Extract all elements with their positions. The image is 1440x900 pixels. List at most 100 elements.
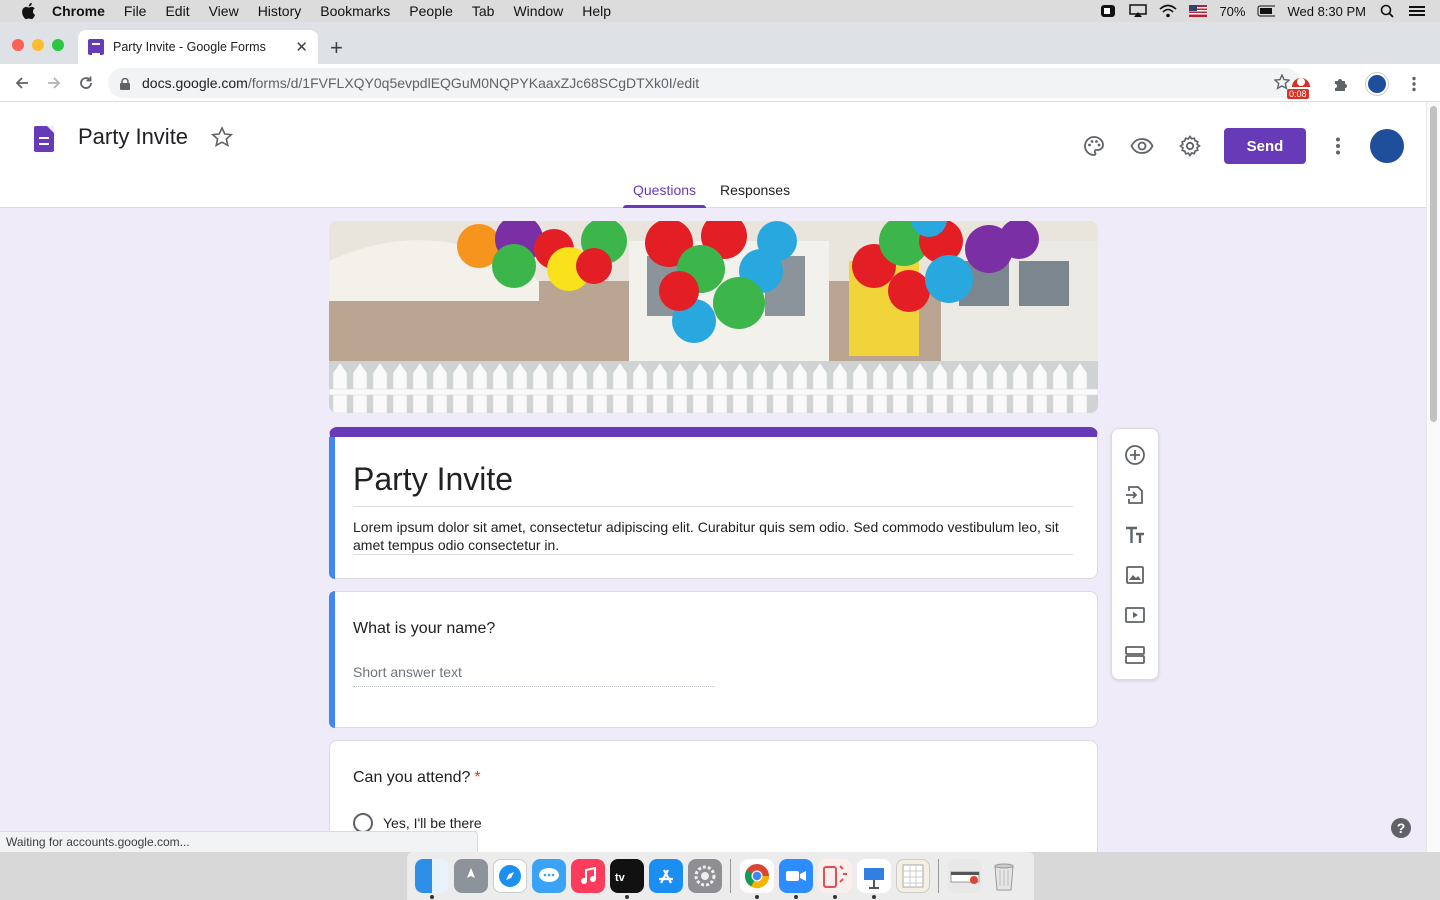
- battery-icon[interactable]: [1257, 4, 1276, 18]
- required-asterisk: *: [474, 769, 481, 786]
- system-preferences-app-icon[interactable]: [687, 859, 722, 893]
- url-path: /forms/d/1FVFLXQY0q5evpdlEQGuM0NQPYKaaxZ…: [247, 75, 700, 91]
- forms-tabs: Questions Responses: [623, 182, 800, 208]
- window-controls: [12, 39, 64, 51]
- page-scrollbar[interactable]: [1426, 102, 1440, 852]
- menu-help[interactable]: Help: [582, 3, 611, 19]
- browser-tab-strip: Party Invite - Google Forms ✕ +: [0, 22, 1440, 64]
- add-question-icon[interactable]: [1115, 435, 1155, 475]
- tab-title: Party Invite - Google Forms: [113, 40, 266, 54]
- music-app-icon[interactable]: [570, 859, 605, 893]
- send-button[interactable]: Send: [1224, 128, 1306, 164]
- browser-profile-avatar[interactable]: [1366, 73, 1388, 95]
- menu-bar-status: 70% Wed 8:30 PM: [1099, 0, 1426, 22]
- question-title[interactable]: What is your name?: [353, 620, 495, 638]
- form-title[interactable]: Party Invite: [353, 461, 513, 498]
- macos-dock: tv: [407, 852, 1034, 900]
- lock-icon[interactable]: [120, 77, 130, 90]
- account-avatar[interactable]: [1370, 129, 1404, 163]
- menu-bookmarks[interactable]: Bookmarks: [320, 3, 390, 19]
- zoom-app-icon[interactable]: [778, 859, 813, 899]
- add-section-icon[interactable]: [1115, 635, 1155, 675]
- menu-history[interactable]: History: [258, 3, 302, 19]
- presentation-app-icon[interactable]: [817, 859, 852, 899]
- apple-icon[interactable]: [20, 2, 38, 20]
- forms-favicon-icon: [88, 39, 104, 55]
- menu-bar-clock: Wed 8:30 PM: [1287, 3, 1366, 19]
- short-answer-field: Short answer text: [353, 664, 715, 687]
- question-card-name[interactable]: What is your name? Short answer text: [329, 591, 1098, 728]
- macos-menu-bar: Chrome File Edit View History Bookmarks …: [0, 0, 1440, 22]
- spotlight-search-icon[interactable]: [1378, 4, 1396, 18]
- zoom-window-button[interactable]: [52, 39, 64, 51]
- tab-questions[interactable]: Questions: [623, 182, 707, 208]
- google-forms-logo-icon[interactable]: [34, 126, 54, 152]
- radio-option[interactable]: Yes, I'll be there: [353, 813, 482, 833]
- add-image-icon[interactable]: [1115, 555, 1155, 595]
- menu-view[interactable]: View: [209, 3, 239, 19]
- settings-gear-icon[interactable]: [1166, 122, 1214, 170]
- timer-extension-icon[interactable]: 0:08: [1287, 69, 1314, 99]
- menu-people[interactable]: People: [409, 3, 453, 19]
- question-tools-sidebar: [1111, 428, 1159, 680]
- import-questions-icon[interactable]: [1115, 475, 1155, 515]
- dock-separator: [938, 859, 939, 893]
- safari-app-icon[interactable]: [492, 859, 527, 893]
- tab-responses[interactable]: Responses: [710, 182, 800, 208]
- chrome-app-icon[interactable]: [739, 859, 774, 899]
- messenger-app-icon[interactable]: [531, 859, 566, 893]
- forward-icon[interactable]: [38, 67, 70, 99]
- url-domain: docs.google.com: [142, 75, 248, 91]
- control-center-icon[interactable]: [1408, 4, 1426, 18]
- numbers-app-icon[interactable]: [895, 859, 930, 893]
- launchpad-app-icon[interactable]: [453, 859, 488, 893]
- browser-tab-active[interactable]: Party Invite - Google Forms ✕: [78, 30, 318, 64]
- keynote-app-icon[interactable]: [856, 859, 891, 899]
- document-title[interactable]: Party Invite: [78, 124, 188, 150]
- forms-header: Party Invite Send Questions Responses: [0, 102, 1426, 208]
- help-button[interactable]: ?: [1391, 818, 1411, 838]
- menu-window[interactable]: Window: [513, 3, 563, 19]
- dock-separator: [730, 859, 731, 893]
- back-icon[interactable]: [6, 67, 38, 99]
- more-vert-icon[interactable]: [1318, 122, 1358, 170]
- preview-eye-icon[interactable]: [1118, 122, 1166, 170]
- address-bar[interactable]: docs.google.com/forms/d/1FVFLXQY0q5evpdl…: [108, 68, 1300, 98]
- question-title[interactable]: Can you attend? *: [353, 769, 481, 787]
- menu-edit[interactable]: Edit: [165, 3, 189, 19]
- extensions-puzzle-icon[interactable]: [1324, 68, 1356, 100]
- form-description[interactable]: Lorem ipsum dolor sit amet, consectetur …: [353, 518, 1073, 554]
- form-title-card[interactable]: Party Invite Lorem ipsum dolor sit amet,…: [329, 427, 1098, 579]
- wifi-icon[interactable]: [1159, 4, 1177, 18]
- trash-icon[interactable]: [987, 859, 1021, 893]
- app-store-app-icon[interactable]: [648, 859, 683, 893]
- flag-icon[interactable]: [1189, 4, 1208, 18]
- scrollbar-thumb[interactable]: [1430, 106, 1437, 422]
- svg-text:tv: tv: [615, 872, 626, 883]
- close-tab-icon[interactable]: ✕: [295, 38, 308, 56]
- airplay-icon[interactable]: [1129, 4, 1148, 18]
- close-window-button[interactable]: [12, 39, 24, 51]
- star-document-icon[interactable]: [210, 126, 234, 153]
- camera-icon[interactable]: [1099, 4, 1117, 18]
- add-video-icon[interactable]: [1115, 595, 1155, 635]
- menu-file[interactable]: File: [124, 3, 147, 19]
- new-tab-icon[interactable]: +: [330, 35, 343, 61]
- toolbar-extensions: 0:08: [1287, 68, 1430, 100]
- apple-tv-app-icon[interactable]: tv: [609, 859, 644, 899]
- browser-menu-icon[interactable]: [1398, 68, 1430, 100]
- add-title-icon[interactable]: [1115, 515, 1155, 555]
- minimize-window-button[interactable]: [32, 39, 44, 51]
- menu-chrome[interactable]: Chrome: [52, 3, 105, 19]
- battery-percent: 70%: [1219, 3, 1246, 19]
- description-underline: [353, 554, 1073, 555]
- finder-app-icon[interactable]: [414, 859, 449, 899]
- header-actions: Send: [1070, 122, 1404, 170]
- palette-icon[interactable]: [1070, 122, 1118, 170]
- radio-button[interactable]: [353, 813, 373, 833]
- chrome-window-minimized-icon[interactable]: [947, 859, 982, 893]
- menu-tab[interactable]: Tab: [472, 3, 495, 19]
- question-title-text: Can you attend?: [353, 769, 471, 786]
- reload-icon[interactable]: [70, 67, 102, 99]
- title-underline: [353, 506, 1073, 507]
